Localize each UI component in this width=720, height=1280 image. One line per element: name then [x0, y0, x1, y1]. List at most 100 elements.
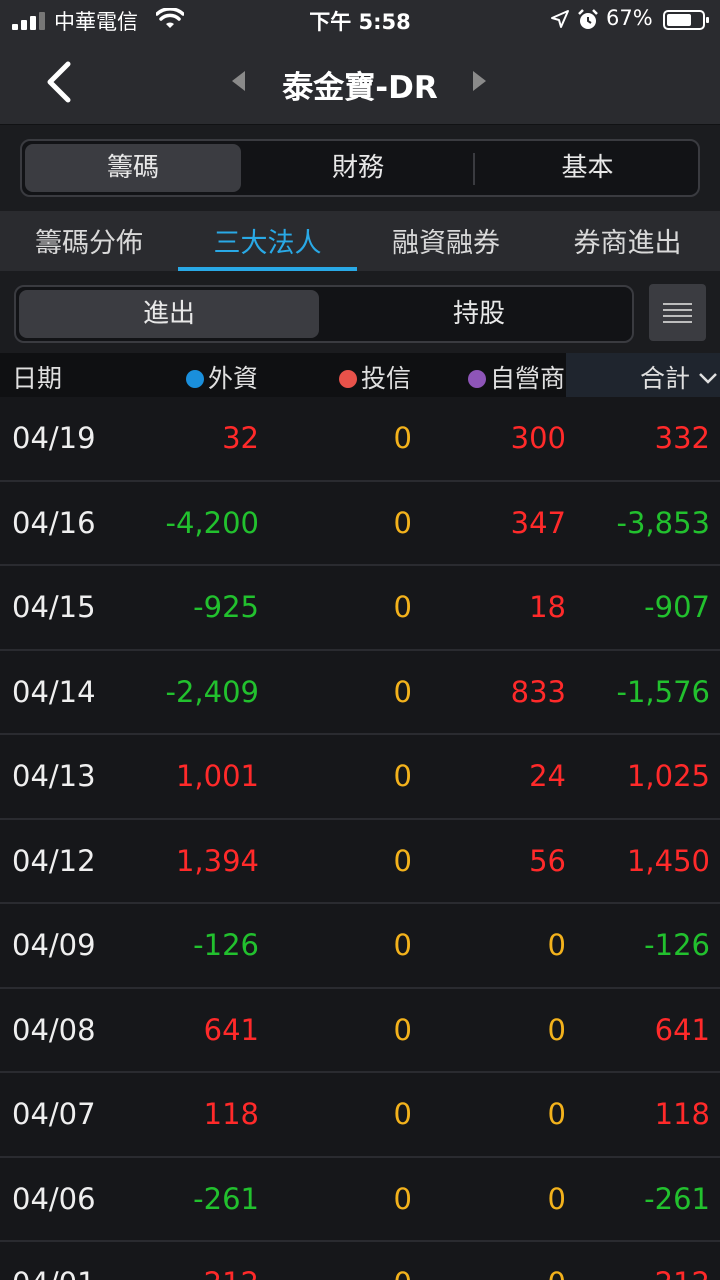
- foreign-cell: -4,200: [165, 505, 260, 540]
- header-total[interactable]: 合計: [640, 359, 718, 395]
- dealer-cell: 0: [547, 928, 566, 962]
- page-title: 泰金寶-DR: [282, 70, 438, 106]
- table-row[interactable]: 04/15 -925 0 18 -907: [0, 566, 720, 651]
- table-header: 日期 外資 投信 自營商 合計: [0, 353, 720, 397]
- trust-cell: 0: [393, 421, 412, 455]
- segment-holdings[interactable]: 持股: [326, 287, 632, 341]
- view-segment-area: 進出 持股: [0, 271, 720, 353]
- dealer-legend-dot: [467, 370, 486, 388]
- dealer-cell: 347: [510, 505, 566, 540]
- table-body: 04/19 32 0 300 332 04/16 -4,200 0 347 -3,853 04/15…: [0, 397, 720, 1280]
- trust-cell: 0: [393, 674, 412, 709]
- trust-legend-dot: [338, 370, 357, 388]
- date-cell: 04/09: [12, 928, 96, 962]
- next-stock-icon[interactable]: [472, 70, 488, 92]
- battery-percent: 67%: [606, 6, 653, 30]
- dealer-cell: 0: [548, 1266, 566, 1280]
- segment-in-out[interactable]: 進出: [19, 290, 319, 338]
- foreign-cell: -126: [193, 928, 259, 962]
- total-cell: -261: [644, 1181, 710, 1216]
- trust-cell: 0: [393, 843, 412, 878]
- trust-cell: 0: [393, 1012, 412, 1047]
- total-cell: -126: [644, 928, 710, 962]
- list-menu-button[interactable]: [649, 284, 706, 341]
- foreign-cell: -2,409: [165, 674, 260, 709]
- total-cell: 118: [654, 1097, 710, 1131]
- date-cell: 04/19: [12, 421, 96, 455]
- dealer-cell: 18: [529, 590, 566, 624]
- table-row[interactable]: 04/16 -4,200 0 347 -3,853: [0, 481, 720, 566]
- tab-chip-distribution[interactable]: 籌碼分佈: [0, 221, 178, 261]
- table-row[interactable]: 04/07 118 0 0 118: [0, 1073, 720, 1158]
- sub-tab-bar: 籌碼分佈 三大法人 融資融券 券商進出: [0, 211, 720, 271]
- date-cell: 04/06: [12, 1181, 96, 1216]
- view-segmented-control: 進出 持股: [14, 285, 634, 343]
- dealer-cell: 56: [529, 843, 566, 878]
- header-date[interactable]: 日期: [12, 359, 62, 395]
- trust-cell: 0: [393, 759, 412, 793]
- segment-basic[interactable]: 基本: [477, 141, 698, 195]
- chevron-down-icon: [699, 373, 717, 384]
- table-row[interactable]: 04/14 -2,409 0 833 -1,576: [0, 650, 720, 735]
- header-dealer[interactable]: 自營商: [467, 359, 565, 395]
- segment-chips[interactable]: 籌碼: [25, 144, 241, 192]
- dealer-cell: 300: [510, 421, 566, 455]
- total-cell: 641: [654, 1012, 710, 1047]
- total-cell: 1,450: [626, 843, 710, 878]
- dealer-cell: 0: [547, 1181, 566, 1216]
- trust-cell: 0: [393, 505, 412, 540]
- segment-separator: [473, 153, 475, 185]
- total-cell: -1,576: [616, 674, 711, 709]
- top-segment-area: 籌碼 財務 基本: [0, 125, 720, 211]
- date-cell: 04/07: [12, 1097, 96, 1131]
- date-cell: 04/01: [12, 1266, 96, 1280]
- table-row[interactable]: 04/13 1,001 0 24 1,025: [0, 735, 720, 820]
- foreign-cell: 212: [204, 1266, 259, 1280]
- foreign-cell: 1,001: [175, 759, 259, 793]
- menu-icon: [663, 303, 692, 305]
- tab-margin-trading[interactable]: 融資融券: [357, 221, 535, 261]
- table-row[interactable]: 04/01 212 0 0 212: [0, 1242, 720, 1280]
- location-arrow-icon: [551, 10, 569, 28]
- foreign-cell: -261: [193, 1181, 259, 1216]
- date-cell: 04/12: [12, 843, 96, 878]
- trust-cell: 0: [393, 928, 412, 962]
- alarm-icon: [578, 9, 598, 29]
- dealer-cell: 0: [547, 1097, 566, 1131]
- navigation-bar: 泰金寶-DR: [0, 40, 720, 124]
- header-trust[interactable]: 投信: [338, 359, 411, 395]
- date-cell: 04/16: [12, 505, 96, 540]
- table-row[interactable]: 04/08 641 0 0 641: [0, 988, 720, 1073]
- foreign-cell: -925: [193, 590, 259, 624]
- battery-icon: [663, 10, 709, 30]
- trust-cell: 0: [393, 1097, 412, 1131]
- date-cell: 04/15: [12, 590, 96, 624]
- foreign-cell: 641: [203, 1012, 259, 1047]
- foreign-cell: 1,394: [175, 843, 259, 878]
- tab-institutional-investors[interactable]: 三大法人: [178, 221, 357, 261]
- date-cell: 04/08: [12, 1012, 96, 1047]
- segment-finance[interactable]: 財務: [248, 141, 468, 195]
- trust-cell: 0: [394, 1266, 412, 1280]
- dealer-cell: 833: [510, 674, 566, 709]
- table-row[interactable]: 04/12 1,394 0 56 1,450: [0, 819, 720, 904]
- date-cell: 04/14: [12, 674, 96, 709]
- tab-broker-flow[interactable]: 券商進出: [535, 221, 720, 261]
- table-row[interactable]: 04/19 32 0 300 332: [0, 397, 720, 482]
- trust-cell: 0: [393, 1181, 412, 1216]
- total-cell: 332: [654, 421, 710, 455]
- date-cell: 04/13: [12, 759, 96, 793]
- total-cell: -3,853: [616, 505, 711, 540]
- total-cell: 1,025: [626, 759, 710, 793]
- total-cell: 212: [655, 1266, 710, 1280]
- header-foreign[interactable]: 外資: [185, 359, 258, 395]
- foreign-legend-dot: [185, 370, 204, 388]
- foreign-cell: 118: [203, 1097, 259, 1131]
- dealer-cell: 0: [547, 1012, 566, 1047]
- top-segmented-control: 籌碼 財務 基本: [20, 139, 700, 197]
- total-cell: -907: [644, 590, 710, 624]
- table-row[interactable]: 04/06 -261 0 0 -261: [0, 1157, 720, 1242]
- status-bar: 中華電信 下午 5:58 67%: [0, 0, 720, 40]
- dealer-cell: 24: [529, 759, 566, 793]
- table-row[interactable]: 04/09 -126 0 0 -126: [0, 904, 720, 989]
